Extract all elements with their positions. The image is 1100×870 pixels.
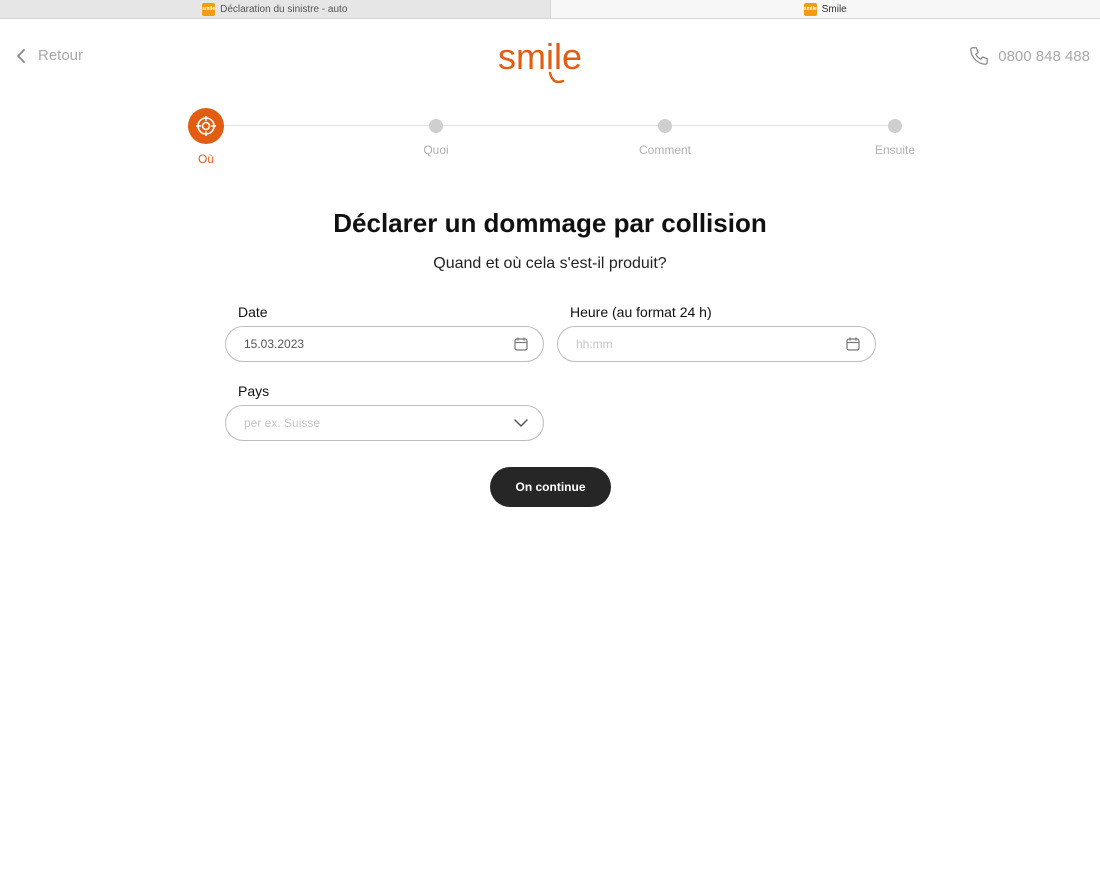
time-placeholder: hh:mm [576,337,613,351]
browser-tab-claim[interactable]: smile Déclaration du sinistre - auto [0,0,550,18]
progress-stepper: Où Quoi Comment Ensuite [185,106,925,176]
date-value: 15.03.2023 [244,337,305,351]
country-select[interactable]: per ex. Suisse [225,405,544,441]
smile-favicon-icon: smile [202,2,216,16]
time-label: Heure (au format 24 h) [570,304,712,320]
browser-tab-smile[interactable]: smile Smile [549,0,1100,18]
phone-icon [970,47,989,65]
smile-logo[interactable]: smile [498,37,608,87]
page-subtitle: Quand et où cela s'est-il produit? [433,255,667,272]
country-placeholder: per ex. Suisse [244,416,321,430]
step-dot [888,119,902,133]
page-title: Déclarer un dommage par collision [333,208,767,238]
chevron-down-icon[interactable] [513,415,529,431]
step-quoi: Quoi [396,106,476,157]
back-button[interactable]: Retour [16,47,83,64]
logo-text: smile [498,37,582,77]
page-header: Retour smile 0800 848 488 [0,19,1100,94]
browser-tab-title: Smile [821,3,847,15]
step-ou: Où [166,106,246,166]
chevron-left-icon [17,48,25,63]
step-label: Ensuite [874,143,916,157]
step-ensuite: Ensuite [855,106,935,157]
step-label: Comment [638,143,691,157]
country-label: Pays [238,383,270,399]
browser-tab-bar: smile Déclaration du sinistre - auto smi… [0,0,1100,19]
step-label: Où [197,152,214,166]
date-input[interactable]: 15.03.2023 [225,326,544,362]
smile-favicon-icon: smile [803,2,817,16]
step-dot [429,119,443,133]
phone-number: 0800 848 488 [998,47,1090,65]
step-dot [658,119,672,133]
calendar-icon[interactable] [845,336,861,352]
calendar-icon[interactable] [513,336,529,352]
stepper-line [207,125,897,126]
browser-tab-title: Déclaration du sinistre - auto [220,3,348,15]
location-target-icon [196,116,216,136]
step-comment: Comment [625,106,705,157]
phone-link[interactable]: 0800 848 488 [968,45,1090,67]
step-label: Quoi [423,143,449,157]
back-label: Retour [38,47,84,64]
time-input[interactable]: hh:mm [557,326,876,362]
date-label: Date [238,304,268,320]
step-active-marker [188,108,224,144]
continue-button[interactable]: On continue [490,467,611,507]
